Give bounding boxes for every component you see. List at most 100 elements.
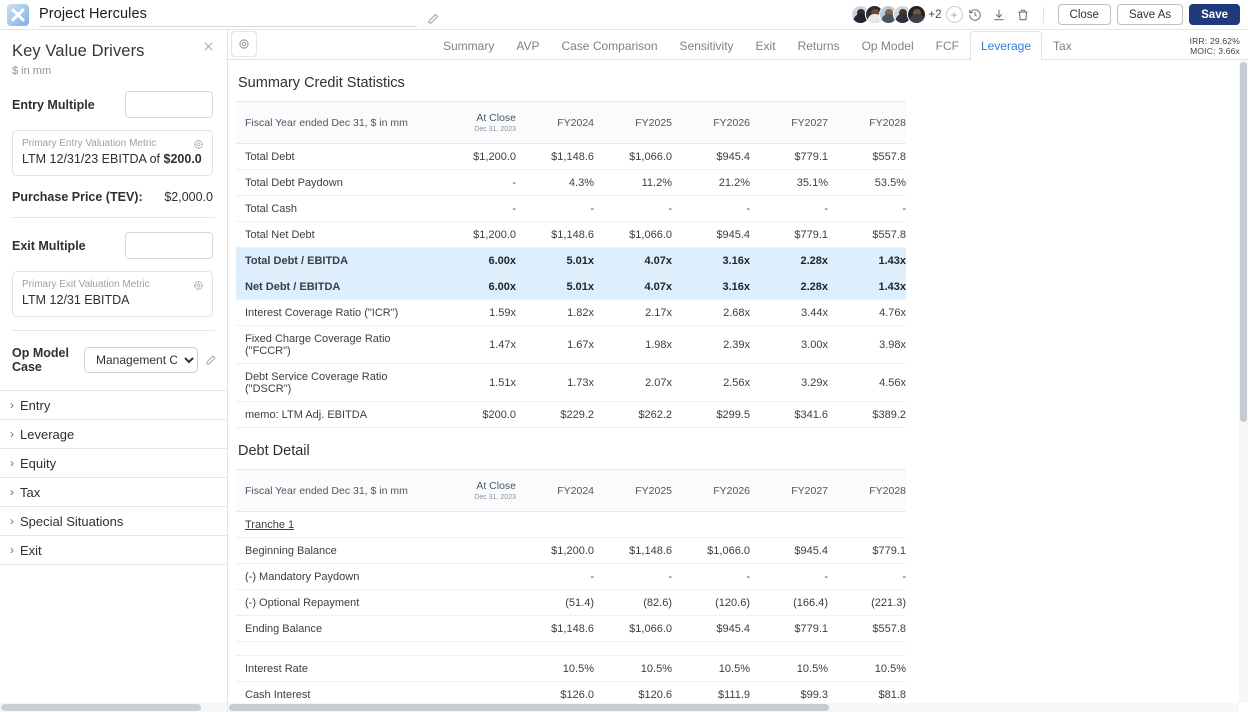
table-row: (-) Optional Repayment(51.4)(82.6)(120.6… [236, 590, 906, 616]
table-cell: 21.2% [672, 170, 750, 196]
plus-icon[interactable]: + [946, 6, 963, 23]
row-label: Total Debt Paydown [236, 170, 434, 196]
chevron-right-icon: › [10, 544, 14, 556]
section-title: Summary Credit Statistics [238, 75, 1248, 91]
table-cell [434, 642, 516, 656]
entry-multiple-input[interactable] [126, 92, 213, 117]
row-label: Total Debt / EBITDA [236, 248, 434, 274]
column-header: FY2027 [750, 470, 828, 512]
row-label: Interest Rate [236, 656, 434, 682]
app-logo-icon [7, 4, 29, 26]
entry-valuation-metric-card[interactable]: Primary Entry Valuation Metric LTM 12/31… [12, 130, 213, 176]
scrollbar-thumb[interactable] [1, 704, 201, 711]
table-row: (-) Mandatory Paydown----- [236, 564, 906, 590]
tab-exit[interactable]: Exit [745, 31, 787, 59]
table-cell: 2.07x [594, 364, 672, 402]
sidebar-horizontal-scrollbar[interactable] [0, 703, 227, 712]
gear-icon[interactable] [231, 31, 257, 57]
history-icon[interactable] [963, 3, 987, 27]
table-cell [594, 512, 672, 538]
tab-fcf[interactable]: FCF [925, 31, 970, 59]
title-underline [39, 26, 417, 27]
table-cell: $945.4 [750, 538, 828, 564]
avatar[interactable] [907, 5, 926, 24]
gear-icon[interactable] [193, 139, 204, 150]
top-bar: +2 + Close Save As Save [0, 0, 1248, 30]
row-label: Beginning Balance [236, 538, 434, 564]
table-cell: (166.4) [750, 590, 828, 616]
exit-metric-value: LTM 12/31 EBITDA [22, 293, 203, 307]
table-cell: 10.5% [750, 656, 828, 682]
column-header-label: At Close [476, 480, 516, 492]
column-header: FY2024 [516, 102, 594, 144]
tab-tax[interactable]: Tax [1042, 31, 1083, 59]
top-bar-actions: +2 + Close Save As Save [851, 3, 1248, 27]
sidebar-item-equity[interactable]: › Equity [0, 449, 227, 478]
document-title-input[interactable] [39, 6, 419, 24]
tab-op-model[interactable]: Op Model [851, 31, 925, 59]
table-cell: 4.56x [828, 364, 906, 402]
main-horizontal-scrollbar[interactable] [228, 703, 1239, 712]
save-button[interactable]: Save [1189, 4, 1240, 25]
table-cell: 4.07x [594, 274, 672, 300]
row-label: Interest Coverage Ratio ("ICR") [236, 300, 434, 326]
tab-case-comparison[interactable]: Case Comparison [550, 31, 668, 59]
trash-icon[interactable] [1011, 3, 1035, 27]
sidebar-item-tax[interactable]: › Tax [0, 478, 227, 507]
scrollbar-thumb[interactable] [229, 704, 829, 711]
table-cell: 5.01x [516, 248, 594, 274]
exit-valuation-metric-card[interactable]: Primary Exit Valuation Metric LTM 12/31 … [12, 271, 213, 317]
edit-pencil-icon[interactable] [205, 354, 217, 366]
table-cell [434, 616, 516, 642]
table-cell: - [434, 196, 516, 222]
tab-avp[interactable]: AVP [505, 31, 550, 59]
units-note: $ in mm [12, 65, 213, 77]
sidebar-item-entry[interactable]: › Entry [0, 391, 227, 420]
table-cell: $779.1 [750, 144, 828, 170]
table-row: Interest Rate10.5%10.5%10.5%10.5%10.5% [236, 656, 906, 682]
purchase-price-row: Purchase Price (TEV): $2,000.0 [0, 190, 227, 204]
pencil-icon[interactable] [427, 13, 439, 25]
table-row: Beginning Balance$1,200.0$1,148.6$1,066.… [236, 538, 906, 564]
table-cell: - [516, 564, 594, 590]
chevron-right-icon: › [10, 486, 14, 498]
sidebar-item-leverage[interactable]: › Leverage [0, 420, 227, 449]
entry-metric-amount: $200.0 [164, 152, 202, 166]
table-cell: 1.67x [516, 326, 594, 364]
op-model-case-select[interactable]: Management Case [84, 347, 198, 373]
table-row: Total Debt / EBITDA6.00x5.01x4.07x3.16x2… [236, 248, 906, 274]
tab-summary[interactable]: Summary [432, 31, 505, 59]
main-vertical-scrollbar[interactable] [1239, 60, 1248, 703]
tab-sensitivity[interactable]: Sensitivity [669, 31, 745, 59]
close-icon[interactable] [202, 40, 215, 53]
download-icon[interactable] [987, 3, 1011, 27]
returns-metrics: IRR: 29.62% MOIC: 3.66x [1190, 36, 1248, 59]
exit-multiple-input[interactable] [126, 233, 213, 258]
tab-leverage[interactable]: Leverage [970, 31, 1042, 59]
table-cell: 2.56x [672, 364, 750, 402]
table-cell: $779.1 [750, 222, 828, 248]
table-cell [516, 642, 594, 656]
table-header-row: Fiscal Year ended Dec 31, $ in mm At Clo… [236, 102, 906, 144]
exit-multiple-field[interactable]: x [125, 232, 213, 259]
section-title: Debt Detail [238, 443, 1248, 459]
purchase-price-value: $2,000.0 [164, 190, 213, 204]
column-header: FY2028 [828, 102, 906, 144]
gear-icon[interactable] [193, 280, 204, 291]
save-as-button[interactable]: Save As [1117, 4, 1183, 25]
close-button[interactable]: Close [1058, 4, 1111, 25]
table-cell: $229.2 [516, 402, 594, 428]
entry-multiple-field[interactable]: x [125, 91, 213, 118]
table-cell [828, 512, 906, 538]
sidebar-item-special-situations[interactable]: › Special Situations [0, 507, 227, 536]
collaborator-avatars[interactable] [851, 5, 926, 24]
table-cell: 4.76x [828, 300, 906, 326]
table-cell: 4.07x [594, 248, 672, 274]
tab-returns[interactable]: Returns [787, 31, 851, 59]
scrollbar-thumb[interactable] [1240, 62, 1247, 422]
sidebar-item-exit[interactable]: › Exit [0, 536, 227, 565]
tabs: Summary AVP Case Comparison Sensitivity … [432, 30, 1083, 59]
entry-metric-value: LTM 12/31/23 EBITDA of $200.0 [22, 152, 203, 166]
table-header-row: Fiscal Year ended Dec 31, $ in mm At Clo… [236, 470, 906, 512]
table-cell: 5.01x [516, 274, 594, 300]
